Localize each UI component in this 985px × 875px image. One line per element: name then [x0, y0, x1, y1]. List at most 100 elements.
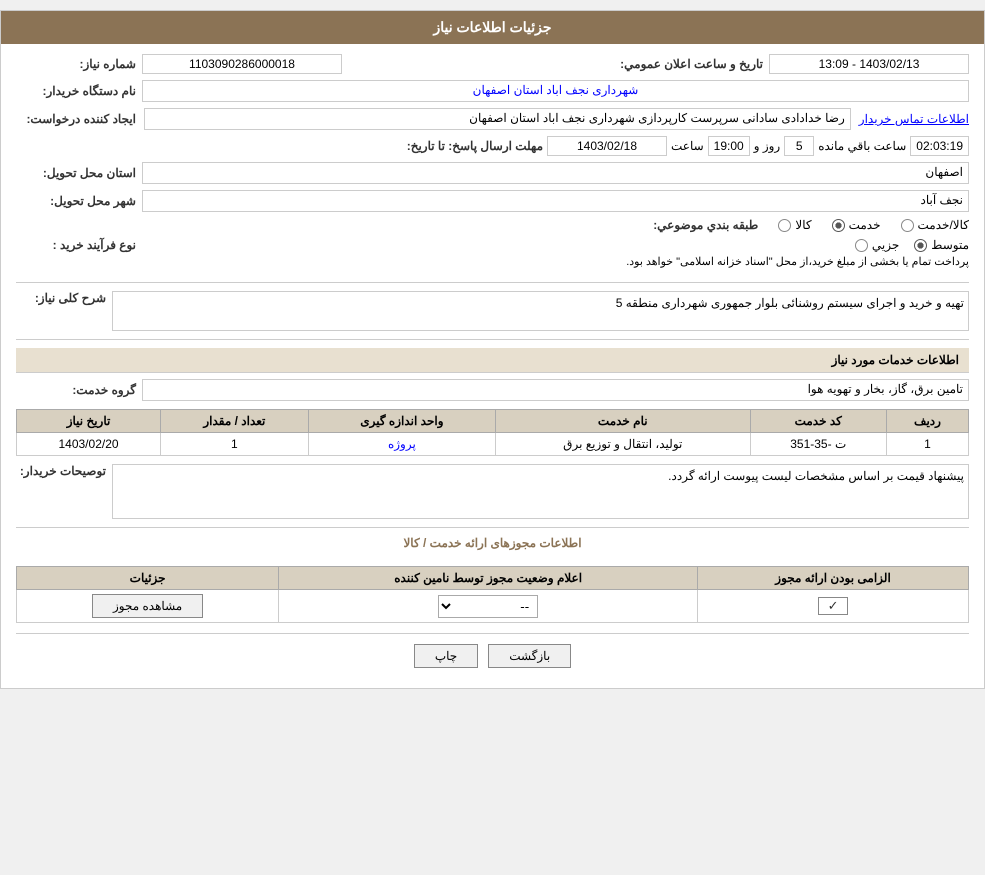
process-jozi-radio[interactable] [855, 239, 868, 252]
process-note: پرداخت تمام يا بخشی از مبلغ خريد،از محل … [142, 255, 969, 268]
cell-service-code: ت -35-351 [750, 433, 886, 456]
services-table-header: رديف کد خدمت نام خدمت واحد اندازه گيری ت… [17, 410, 969, 433]
category-kala-khadamat-label: کالا/خدمت [918, 218, 969, 232]
deadline-time-label: ساعت [671, 139, 704, 153]
need-number-group: 1103090286000018 شماره نياز: [16, 54, 342, 74]
category-kala-khadamat-item: کالا/خدمت [901, 218, 969, 232]
services-table-body: 1 ت -35-351 توليد، انتقال و توزيع برق پر… [17, 433, 969, 456]
divider-4 [16, 633, 969, 634]
action-buttons: بازگشت چاپ [16, 644, 969, 668]
back-button[interactable]: بازگشت [488, 644, 571, 668]
cell-service-name: توليد، انتقال و توزيع برق [496, 433, 750, 456]
service-group-label: گروه خدمت: [16, 383, 136, 397]
permits-required-checkbox [818, 597, 848, 615]
category-row: کالا/خدمت خدمت کالا طبقه بندي موضوعي: [16, 218, 969, 232]
deadline-row: 02:03:19 ساعت باقي مانده 5 روز و 19:00 س… [16, 136, 969, 156]
permits-table: الزامی بودن ارائه مجوز اعلام وضعيت مجوز … [16, 566, 969, 623]
service-group-row: تامين برق، گاز، بخار و تهويه هوا گروه خد… [16, 379, 969, 401]
process-label: نوع فرآيند خريد : [16, 238, 136, 252]
announce-date-label: تاريخ و ساعت اعلان عمومي: [620, 57, 763, 71]
category-label: طبقه بندي موضوعي: [638, 218, 758, 232]
announce-date-group: 1403/02/13 - 13:09 تاريخ و ساعت اعلان عم… [620, 54, 969, 74]
process-row: متوسط جزيي پرداخت تمام يا بخشی از مبلغ خ… [16, 238, 969, 274]
category-khadamat-label: خدمت [849, 218, 881, 232]
deadline-days-label: روز و [754, 139, 781, 153]
category-khadamat-radio[interactable] [832, 219, 845, 232]
divider-2 [16, 339, 969, 340]
page-title: جزئيات اطلاعات نياز [433, 19, 551, 35]
permits-table-header: الزامی بودن ارائه مجوز اعلام وضعيت مجوز … [17, 567, 969, 590]
col-service-name: نام خدمت [496, 410, 750, 433]
category-kala-item: کالا [778, 218, 811, 232]
buyer-org-value: شهرداری نجف اباد استان اصفهان [142, 80, 969, 102]
process-radio-group: متوسط جزيي [142, 238, 969, 252]
creator-label: ايجاد کننده درخواست: [16, 112, 136, 126]
city-label: شهر محل تحويل: [16, 194, 136, 208]
content-area: 1403/02/13 - 13:09 تاريخ و ساعت اعلان عم… [1, 44, 984, 688]
permits-header-row: الزامی بودن ارائه مجوز اعلام وضعيت مجوز … [17, 567, 969, 590]
buyer-notes-section: پيشنهاد قيمت بر اساس مشخصات ليست پيوست ا… [16, 464, 969, 519]
page-container: جزئيات اطلاعات نياز 1403/02/13 - 13:09 ت… [0, 10, 985, 689]
col-row-num: رديف [886, 410, 968, 433]
services-table: رديف کد خدمت نام خدمت واحد اندازه گيری ت… [16, 409, 969, 456]
province-label: استان محل تحويل: [16, 166, 136, 180]
cell-quantity: 1 [161, 433, 309, 456]
category-kala-khadamat-radio[interactable] [901, 219, 914, 232]
divider-3 [16, 527, 969, 528]
province-value: اصفهان [142, 162, 969, 184]
services-table-header-row: رديف کد خدمت نام خدمت واحد اندازه گيری ت… [17, 410, 969, 433]
creator-value: رضا خدادادی سادانی سرپرست کارپردازی شهرد… [144, 108, 851, 130]
buyer-org-row: شهرداری نجف اباد استان اصفهان نام دستگاه… [16, 80, 969, 102]
cell-row-num: 1 [886, 433, 968, 456]
process-motavasset-radio[interactable] [914, 239, 927, 252]
permits-status-select[interactable]: -- [438, 595, 538, 618]
process-motavasset-label: متوسط [931, 238, 969, 252]
deadline-date-value: 1403/02/18 [547, 136, 667, 156]
buyer-notes-value: پيشنهاد قيمت بر اساس مشخصات ليست پيوست ا… [112, 464, 969, 519]
col-service-code: کد خدمت [750, 410, 886, 433]
col-quantity: تعداد / مقدار [161, 410, 309, 433]
description-label: شرح کلی نياز: [16, 291, 106, 305]
category-kala-label: کالا [795, 218, 811, 232]
deadline-remaining-value: 02:03:19 [910, 136, 969, 156]
process-jozi-label: جزيي [872, 238, 899, 252]
permits-table-body: -- مشاهده مجوز [17, 590, 969, 623]
permits-col-required: الزامی بودن ارائه مجوز [698, 567, 969, 590]
print-button[interactable]: چاپ [414, 644, 478, 668]
contact-link[interactable]: اطلاعات تماس خريدار [859, 112, 969, 126]
category-khadamat-item: خدمت [832, 218, 881, 232]
col-unit: واحد اندازه گيری [308, 410, 495, 433]
table-row: 1 ت -35-351 توليد، انتقال و توزيع برق پر… [17, 433, 969, 456]
city-value: نجف آباد [142, 190, 969, 212]
divider-1 [16, 282, 969, 283]
permits-required-cell [698, 590, 969, 623]
category-kala-radio[interactable] [778, 219, 791, 232]
creator-row: اطلاعات تماس خريدار رضا خدادادی سادانی س… [16, 108, 969, 130]
buyer-org-label: نام دستگاه خريدار: [16, 84, 136, 98]
cell-unit: پروژه [308, 433, 495, 456]
deadline-time-value: 19:00 [708, 136, 750, 156]
permits-status-cell: -- [279, 590, 698, 623]
permits-col-details: جزئيات [17, 567, 279, 590]
view-permit-button[interactable]: مشاهده مجوز [92, 594, 203, 618]
announce-date-value: 1403/02/13 - 13:09 [769, 54, 969, 74]
permits-col-status: اعلام وضعيت مجوز توسط نامين کننده [279, 567, 698, 590]
province-row: اصفهان استان محل تحويل: [16, 162, 969, 184]
deadline-days-value: 5 [784, 136, 814, 156]
deadline-remaining-label: ساعت باقي مانده [818, 139, 906, 153]
service-section-title: اطلاعات خدمات مورد نياز [16, 348, 969, 373]
page-header: جزئيات اطلاعات نياز [1, 11, 984, 44]
process-jozi-item: جزيي [855, 238, 899, 252]
description-value: تهيه و خريد و اجرای سيستم روشنائی بلوار … [112, 291, 969, 331]
col-date: تاريخ نياز [17, 410, 161, 433]
city-row: نجف آباد شهر محل تحويل: [16, 190, 969, 212]
buyer-notes-label: توصيحات خريدار: [16, 464, 106, 478]
need-number-value: 1103090286000018 [142, 54, 342, 74]
need-number-label: شماره نياز: [16, 57, 136, 71]
deadline-label: مهلت ارسال پاسخ: تا تاريخ: [407, 139, 543, 153]
spacer [16, 556, 969, 566]
top-row: 1403/02/13 - 13:09 تاريخ و ساعت اعلان عم… [16, 54, 969, 74]
description-row: تهيه و خريد و اجرای سيستم روشنائی بلوار … [16, 291, 969, 331]
permits-row: -- مشاهده مجوز [17, 590, 969, 623]
cell-date: 1403/02/20 [17, 433, 161, 456]
